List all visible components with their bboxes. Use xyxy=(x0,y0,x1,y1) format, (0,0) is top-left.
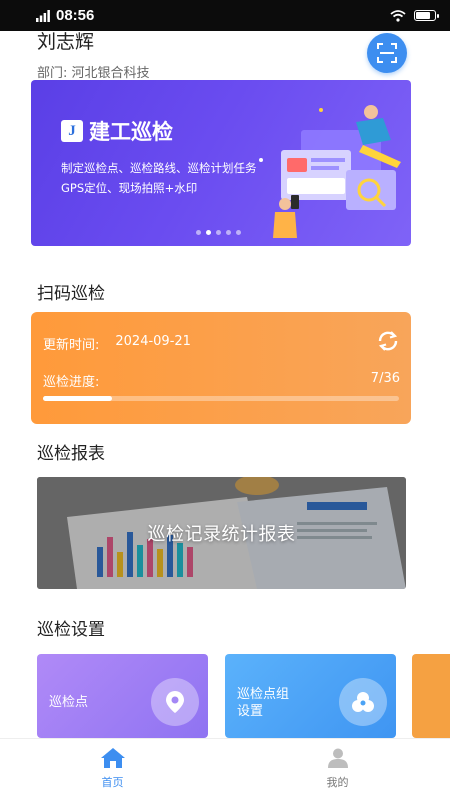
update-time-value: 2024-09-21 xyxy=(115,334,191,349)
banner-brand-name: 建工巡检 xyxy=(89,120,173,144)
progress-label: 巡检进度: xyxy=(43,375,100,390)
settings-section-title: 巡检设置 xyxy=(37,620,105,640)
banner-illustration xyxy=(259,105,401,238)
banner-line2: GPS定位、现场拍照+水印 xyxy=(61,181,198,195)
brand-logo: J xyxy=(61,120,83,142)
inspection-point-label: 巡检点 xyxy=(49,695,89,710)
user-icon xyxy=(327,748,348,768)
group-icon xyxy=(339,678,387,726)
banner-brand: J 建工巡检 xyxy=(61,116,173,146)
report-section-title: 巡检报表 xyxy=(37,444,105,464)
signal-icon xyxy=(36,9,50,22)
banner-dot[interactable] xyxy=(206,230,211,235)
tab-home[interactable]: 首页 xyxy=(0,739,225,800)
promo-banner[interactable]: J 建工巡检 制定巡检点、巡检路线、巡检计划任务 GPS定位、现场拍照+水印 xyxy=(31,80,411,246)
update-time-label: 更新时间: xyxy=(43,338,100,353)
progress-count: 7/36 xyxy=(370,371,400,386)
home-icon xyxy=(100,748,125,768)
banner-dot[interactable] xyxy=(236,230,241,235)
inspection-group-card[interactable]: 巡检点组 设置 xyxy=(225,654,396,738)
department-label: 部门: 河北银合科技 xyxy=(37,66,150,81)
status-bar: 08:56 xyxy=(0,0,450,31)
wifi-icon xyxy=(390,9,406,22)
banner-dot[interactable] xyxy=(216,230,221,235)
inspection-group-label-line2: 设置 xyxy=(237,704,264,719)
tab-home-label: 首页 xyxy=(101,776,124,789)
inspection-point-card[interactable]: 巡检点 xyxy=(37,654,208,738)
scan-inspection-card[interactable]: 更新时间: 2024-09-21 巡检进度: 7/36 xyxy=(31,312,411,424)
progress-fill xyxy=(43,396,113,401)
location-pin-icon xyxy=(151,678,199,726)
banner-line1: 制定巡检点、巡检路线、巡检计划任务 xyxy=(61,161,257,175)
report-card-label: 巡检记录统计报表 xyxy=(147,524,296,545)
bottom-tab-bar: 首页 我的 xyxy=(0,738,450,800)
scan-button[interactable] xyxy=(367,33,407,73)
report-card[interactable]: 巡检记录统计报表 xyxy=(37,477,406,589)
tab-mine-label: 我的 xyxy=(326,776,349,789)
scan-section-title: 扫码巡检 xyxy=(37,284,105,304)
battery-icon xyxy=(414,10,439,21)
inspection-group-label: 巡检点组 设置 xyxy=(237,686,289,720)
refresh-icon[interactable] xyxy=(376,329,400,353)
scan-icon xyxy=(377,43,397,63)
progress-track xyxy=(43,396,399,401)
inspection-group-label-line1: 巡检点组 xyxy=(237,687,290,702)
banner-dot[interactable] xyxy=(196,230,201,235)
banner-pagination xyxy=(196,230,241,235)
banner-dot[interactable] xyxy=(226,230,231,235)
status-time: 08:56 xyxy=(56,7,95,24)
tab-mine[interactable]: 我的 xyxy=(225,739,450,800)
username: 刘志辉 xyxy=(37,31,95,53)
next-settings-card-partial[interactable] xyxy=(412,654,450,738)
